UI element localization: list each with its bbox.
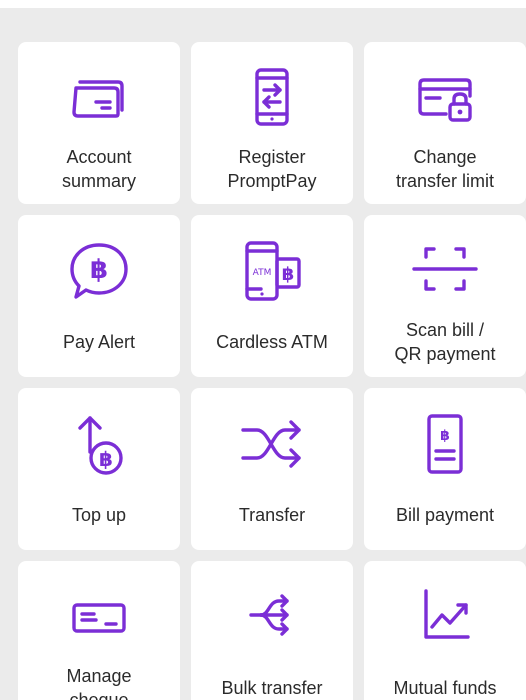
menu-page: Account summary Register PromptPay Chang… xyxy=(0,0,526,700)
card-icon xyxy=(66,68,132,128)
baht-symbol: ฿ xyxy=(282,264,295,285)
tile-transfer[interactable]: Transfer xyxy=(191,388,353,550)
baht-symbol: ฿ xyxy=(440,428,450,444)
tile-label: Manage cheque xyxy=(66,666,132,700)
tile-pay-alert[interactable]: ฿ Pay Alert xyxy=(18,215,180,377)
tile-change-transfer-limit[interactable]: Change transfer limit xyxy=(364,42,526,204)
tile-scan-bill[interactable]: Scan bill / QR payment xyxy=(364,215,526,377)
tile-label: Mutual funds xyxy=(393,678,497,698)
card-lock-icon xyxy=(412,68,478,128)
atm-phone-icon: ATM ฿ xyxy=(239,241,305,301)
tile-label: Register PromptPay xyxy=(227,147,317,191)
baht-chat-icon: ฿ xyxy=(66,241,132,301)
tile-mutual-funds[interactable]: Mutual funds xyxy=(364,561,526,700)
scan-icon xyxy=(412,241,478,301)
tile-label: Transfer xyxy=(238,505,306,525)
shuffle-icon xyxy=(239,414,305,474)
tile-account-summary[interactable]: Account summary xyxy=(18,42,180,204)
tile-label: Bulk transfer xyxy=(221,678,323,698)
menu-grid: Account summary Register PromptPay Chang… xyxy=(18,42,526,700)
tile-label: Pay Alert xyxy=(62,332,136,352)
tile-cardless-atm[interactable]: ATM ฿ Cardless ATM xyxy=(191,215,353,377)
topup-icon: ฿ xyxy=(66,414,132,475)
tile-manage-cheque[interactable]: Manage cheque xyxy=(18,561,180,700)
tile-label: Bill payment xyxy=(395,505,495,525)
tile-bulk-transfer[interactable]: Bulk transfer xyxy=(191,561,353,700)
tile-bill-payment[interactable]: ฿ Bill payment xyxy=(364,388,526,550)
chart-up-icon xyxy=(412,587,478,647)
cheque-icon xyxy=(66,587,132,647)
tile-label: Scan bill / QR payment xyxy=(394,320,496,364)
atm-text: ATM xyxy=(253,268,272,278)
tile-label: Cardless ATM xyxy=(216,332,328,352)
tile-label: Top up xyxy=(71,505,127,525)
top-strip xyxy=(0,0,526,8)
bill-icon: ฿ xyxy=(412,414,478,474)
bulk-transfer-icon xyxy=(239,587,305,647)
baht-symbol: ฿ xyxy=(90,255,108,285)
baht-symbol: ฿ xyxy=(99,447,113,471)
tile-label: Account summary xyxy=(61,147,136,191)
tile-register-promptpay[interactable]: Register PromptPay xyxy=(191,42,353,204)
phone-transfer-icon xyxy=(239,68,305,128)
tile-label: Change transfer limit xyxy=(395,147,494,191)
tile-top-up[interactable]: ฿ Top up xyxy=(18,388,180,550)
